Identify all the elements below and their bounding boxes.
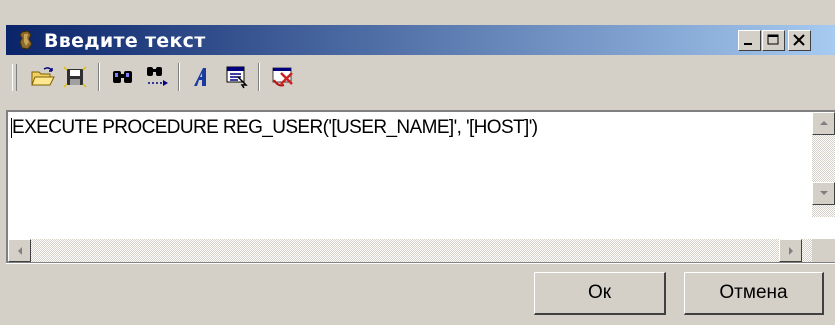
arrow-right-icon: [789, 247, 793, 255]
horizontal-scrollbar[interactable]: [8, 239, 812, 262]
toolbar-separator: [98, 63, 100, 91]
ok-button[interactable]: Ок: [534, 272, 666, 315]
scroll-right-button[interactable]: [779, 239, 802, 262]
dialog-window: Введите текст EXECUTE PROCEDURE REG_USER…: [0, 0, 835, 325]
title-bar[interactable]: Введите текст: [6, 25, 835, 55]
select-all-button[interactable]: [222, 63, 252, 91]
save-file-icon: [63, 66, 87, 88]
scrollbar-corner: [812, 239, 835, 262]
toolbar-grip[interactable]: [12, 64, 17, 91]
find-next-button[interactable]: [142, 63, 172, 91]
save-file-button[interactable]: [60, 63, 90, 91]
close-button[interactable]: [788, 30, 811, 51]
clear-icon: [272, 67, 293, 87]
editor-text: EXECUTE PROCEDURE REG_USER('[USER_NAME]'…: [12, 117, 538, 138]
find-button[interactable]: [108, 63, 138, 91]
cancel-button[interactable]: Отмена: [684, 272, 824, 315]
minimize-button[interactable]: [738, 30, 761, 51]
scroll-up-button[interactable]: [812, 112, 835, 135]
select-all-icon: [226, 66, 248, 89]
maximize-button[interactable]: [762, 30, 785, 51]
maximize-icon: [767, 34, 779, 45]
close-icon: [793, 34, 805, 46]
scroll-down-button[interactable]: [812, 182, 835, 205]
toolbar-separator: [258, 63, 260, 91]
clear-button[interactable]: [268, 63, 298, 91]
font-button[interactable]: [188, 63, 218, 91]
font-icon: [194, 68, 206, 86]
app-icon: [16, 30, 36, 50]
arrow-down-icon: [820, 191, 828, 195]
open-file-button[interactable]: [28, 63, 58, 91]
find-next-icon: [147, 67, 168, 86]
footer-divider: [6, 262, 835, 264]
toolbar-separator: [178, 63, 180, 91]
text-editor[interactable]: EXECUTE PROCEDURE REG_USER('[USER_NAME]'…: [6, 110, 835, 262]
minimize-icon: [744, 43, 752, 45]
toolbar: [6, 55, 835, 99]
scroll-left-button[interactable]: [8, 239, 31, 262]
vertical-scrollbar[interactable]: [812, 112, 835, 217]
window-title: Введите текст: [44, 30, 206, 52]
arrow-up-icon: [820, 121, 828, 125]
open-file-icon: [31, 67, 55, 86]
arrow-left-icon: [18, 247, 22, 255]
find-icon: [113, 71, 132, 83]
